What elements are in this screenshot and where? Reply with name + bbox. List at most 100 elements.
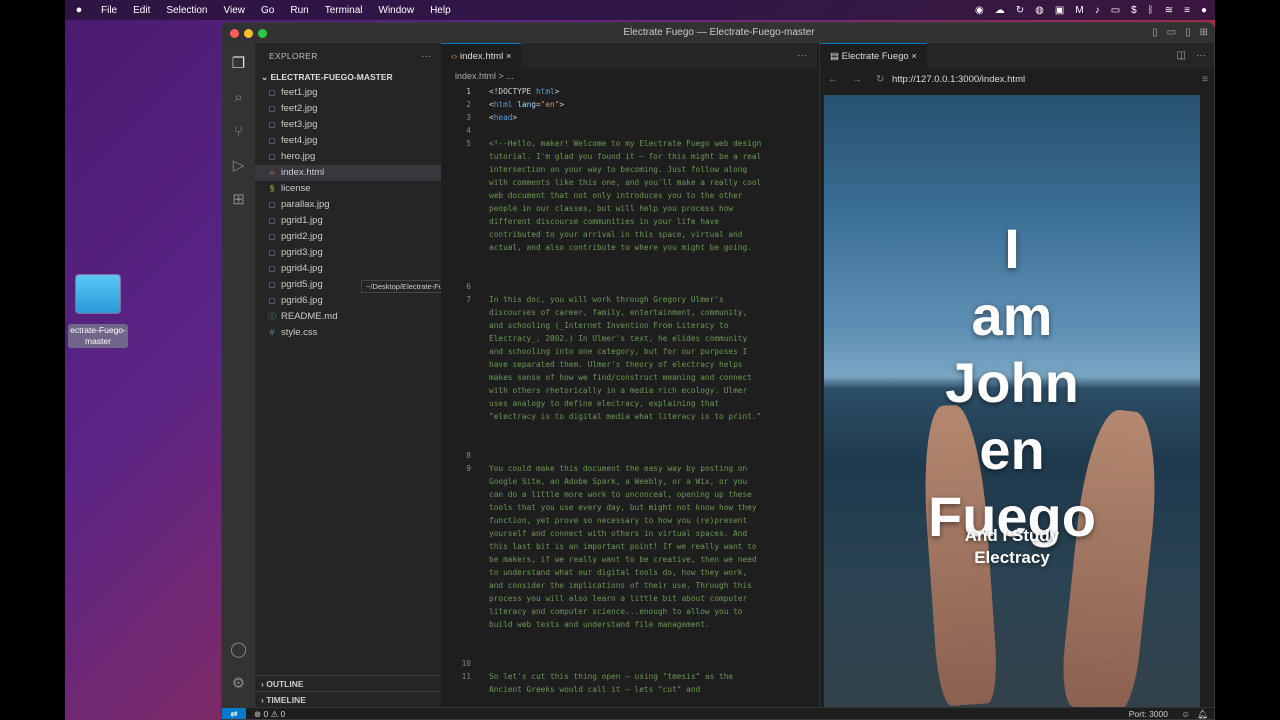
line-number: 4 (466, 126, 471, 135)
account-icon[interactable]: ◯ (228, 639, 249, 660)
port-indicator[interactable]: Port: 3000 (1129, 708, 1168, 719)
file-item[interactable]: ⓘ README.md (255, 309, 441, 325)
menu-window[interactable]: Window (371, 5, 423, 16)
preview-pane: ▤ Electrate Fuego × ◫ ··· ← → ↻ http://1… (819, 43, 1214, 707)
file-item[interactable]: ▢ pgrid1.jpg (255, 213, 441, 229)
img-file-icon: ▢ (268, 296, 276, 305)
tab-preview[interactable]: ▤ Electrate Fuego × (820, 43, 927, 69)
money-icon[interactable]: $ (1131, 5, 1137, 16)
file-item[interactable]: ▢ pgrid3.jpg (255, 245, 441, 261)
globe-icon[interactable]: ◍ (1035, 5, 1044, 16)
more-actions-icon[interactable]: ··· (422, 43, 431, 69)
file-item[interactable]: ▢ pgrid4.jpg (255, 261, 441, 277)
code-line[interactable]: <!DOCTYPE html> (489, 85, 764, 98)
file-item[interactable]: ▢ feet1.jpg (255, 85, 441, 101)
menu-help[interactable]: Help (422, 5, 459, 16)
menu-selection[interactable]: Selection (158, 5, 215, 16)
file-name: pgrid4.jpg (281, 263, 323, 274)
code-line[interactable]: <!--Hello, maker! Welcome to my Electrat… (489, 137, 764, 254)
preview-more-icon[interactable]: ··· (1196, 43, 1206, 69)
bluetooth-icon[interactable]: ᛒ (1148, 5, 1154, 16)
customize-layout-icon[interactable]: ⊞ (1200, 23, 1208, 43)
outline-section[interactable]: › OUTLINE (255, 675, 441, 691)
file-item[interactable]: ▢ feet4.jpg (255, 133, 441, 149)
file-name: feet4.jpg (281, 135, 318, 146)
menu-file[interactable]: File (93, 5, 125, 16)
menu-go[interactable]: Go (253, 5, 282, 16)
editor-more-icon[interactable]: ··· (797, 43, 807, 69)
code-line[interactable]: You could make this document the easy wa… (489, 462, 764, 631)
problems-indicator[interactable]: ⊗ 0 ⚠ 0 (254, 708, 285, 719)
file-item[interactable]: ▢ feet2.jpg (255, 101, 441, 117)
menu-terminal[interactable]: Terminal (317, 5, 371, 16)
notifications-icon[interactable]: 🔔︎ (1197, 708, 1208, 719)
toggle-panel-icon[interactable]: ▭ (1167, 23, 1176, 43)
file-item[interactable]: ▢ pgrid6.jpg (255, 293, 441, 309)
code-line[interactable]: So let's cut this thing open — using "tm… (489, 670, 764, 696)
back-icon[interactable]: ← (828, 69, 838, 91)
file-name: feet1.jpg (281, 87, 318, 98)
file-item[interactable]: # style.css (255, 325, 441, 341)
toggle-sidebar-icon[interactable]: ▯ (1152, 23, 1158, 43)
line-number: 3 (466, 113, 471, 122)
desktop-folder[interactable]: ectrate-Fuego- master (68, 272, 128, 348)
menu-run[interactable]: Run (282, 5, 316, 16)
cloud-icon[interactable]: ☁ (995, 5, 1005, 16)
breadcrumb[interactable]: index.html > ... (441, 69, 817, 85)
explorer-header: EXPLORER ··· (255, 43, 441, 69)
drive-icon[interactable]: ▣ (1055, 5, 1064, 16)
sync-icon[interactable]: ↻ (1016, 5, 1024, 16)
extensions-icon[interactable]: ⊞ (228, 189, 249, 210)
img-file-icon: ▢ (268, 248, 276, 257)
html-file-icon: ‹› (269, 168, 275, 177)
search-icon[interactable]: ⌕ (228, 87, 249, 108)
volume-icon[interactable]: ♪ (1095, 5, 1100, 16)
wifi-icon[interactable]: ≋ (1165, 5, 1173, 16)
tab-index-html[interactable]: ‹› index.html × (441, 43, 522, 69)
status-bar: ⇄ ⊗ 0 ⚠ 0 Port: 3000 ☺ 🔔︎ (222, 707, 1214, 719)
zoom-window-button[interactable] (258, 29, 267, 38)
outline-label: OUTLINE (266, 679, 304, 689)
file-item[interactable]: ▢ parallax.jpg (255, 197, 441, 213)
toggle-secondary-sidebar-icon[interactable]: ▯ (1185, 23, 1191, 43)
close-window-button[interactable] (230, 29, 239, 38)
line-number: 5 (466, 139, 471, 148)
source-control-icon[interactable]: ⑂ (228, 121, 249, 142)
file-item[interactable]: ▢ hero.jpg (255, 149, 441, 165)
reload-icon[interactable]: ↻ (876, 69, 884, 91)
preview-menu-icon[interactable]: ≡ (1202, 69, 1208, 91)
user-icon[interactable]: ● (1201, 5, 1207, 16)
letterbox-right (1215, 0, 1280, 720)
battery-icon[interactable]: ▭ (1111, 5, 1120, 16)
explorer-icon[interactable]: ❐ (228, 53, 249, 74)
timeline-section[interactable]: › TIMELINE (255, 691, 441, 707)
file-name: index.html (281, 167, 325, 178)
split-editor-icon[interactable]: ◫ (1177, 43, 1186, 69)
remote-icon[interactable]: ⇄ (222, 708, 246, 719)
file-item[interactable]: § license (255, 181, 441, 197)
forward-icon[interactable]: → (852, 69, 862, 91)
file-item[interactable]: ▢ feet3.jpg (255, 117, 441, 133)
tab-label: index.html (459, 51, 504, 62)
file-item[interactable]: ▢ pgrid2.jpg (255, 229, 441, 245)
apple-icon[interactable]: ● (65, 4, 93, 16)
malwarebytes-icon[interactable]: M (1075, 5, 1083, 16)
file-item[interactable]: ‹› index.html (255, 165, 441, 181)
file-name: README.md (281, 311, 338, 322)
close-tab-icon[interactable]: × (506, 51, 512, 62)
img-file-icon: ▢ (268, 88, 276, 97)
code-line[interactable]: In this doc, you will work through Grego… (489, 293, 764, 423)
record-icon[interactable]: ◉ (975, 5, 984, 16)
close-preview-icon[interactable]: × (911, 51, 917, 62)
feedback-icon[interactable]: ☺ (1181, 708, 1190, 719)
url-field[interactable]: http://127.0.0.1:3000/index.html (892, 69, 1025, 91)
code-line[interactable]: <html lang="en"> (489, 98, 764, 111)
run-debug-icon[interactable]: ▷ (228, 155, 249, 176)
minimize-window-button[interactable] (244, 29, 253, 38)
code-line[interactable]: <head> (489, 111, 764, 124)
control-center-icon[interactable]: ≡ (1184, 5, 1190, 16)
menu-view[interactable]: View (216, 5, 254, 16)
folder-header[interactable]: ⌄ ELECTRATE-FUEGO-MASTER (255, 69, 441, 85)
settings-gear-icon[interactable]: ⚙ (228, 673, 249, 694)
menu-edit[interactable]: Edit (125, 5, 158, 16)
